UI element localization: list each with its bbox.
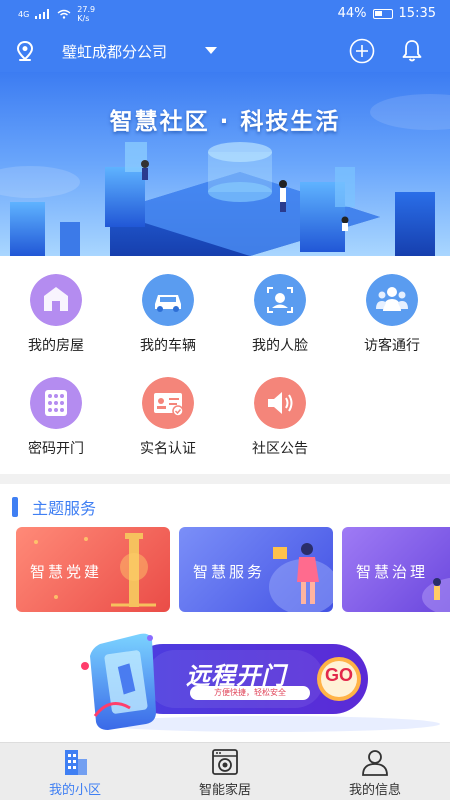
battery-icon (372, 8, 393, 19)
speaker-icon (254, 377, 306, 429)
plus-circle-icon[interactable] (349, 38, 375, 64)
clock: 15:35 (398, 6, 436, 21)
visitors-icon (366, 274, 418, 326)
network-label: 4G (18, 9, 30, 19)
banner-title: 智慧社区 · 科技生活 (109, 109, 341, 135)
battery-percent: 44% (337, 6, 367, 21)
chevron-down-icon[interactable] (205, 47, 217, 54)
grid-item-my-house[interactable]: 我的房屋 (0, 256, 112, 354)
card-smart-party[interactable]: 智慧党建 (16, 527, 170, 612)
community-building-icon (65, 750, 87, 775)
card-label: 智慧服务 (193, 563, 266, 581)
card-label: 智慧党建 (30, 563, 103, 581)
remote-open-subtitle: 方便快捷，轻松安全 (214, 688, 286, 697)
card-smart-service[interactable]: 智慧服务 (179, 527, 333, 612)
card-smart-governance[interactable]: 智慧治理 (342, 527, 450, 612)
speed-unit: K/s (77, 14, 90, 23)
house-icon (30, 274, 82, 326)
person-icon (362, 750, 388, 776)
bottom-nav: 我的小区 智能家居 我的信息 (0, 742, 450, 800)
top-bar: 4G 27.9 K/s 44% 15:35 璧虹成都分公司 (0, 0, 450, 72)
nav-my-info[interactable]: 我的信息 (300, 743, 450, 800)
remote-open-title: 远程开门 (186, 662, 286, 690)
hero-banner[interactable]: 智慧社区 · 科技生活 (0, 72, 450, 256)
grid-item-visitor-access[interactable]: 访客通行 (336, 256, 448, 354)
washing-machine-icon (212, 749, 238, 775)
grid-item-community-notice[interactable]: 社区公告 (224, 359, 336, 457)
nav-my-community[interactable]: 我的小区 (0, 743, 150, 800)
grid-item-label: 社区公告 (252, 441, 308, 457)
section-accent-bar (12, 497, 18, 517)
go-button[interactable]: GO (317, 665, 361, 686)
grid-item-label: 我的车辆 (140, 338, 196, 354)
section-header: 主题服务 (12, 496, 96, 518)
face-scan-icon (254, 274, 306, 326)
nav-smart-home[interactable]: 智能家居 (150, 743, 300, 800)
grid-item-my-vehicle[interactable]: 我的车辆 (112, 256, 224, 354)
nav-label: 我的信息 (348, 783, 401, 798)
grid-item-my-face[interactable]: 我的人脸 (224, 256, 336, 354)
section-divider (0, 474, 450, 484)
status-left: 4G 27.9 K/s (18, 5, 95, 23)
grid-item-label: 实名认证 (140, 441, 196, 457)
theme-cards-carousel[interactable]: 智慧党建 智慧服务 智慧治理 (0, 527, 450, 613)
grid-item-label: 访客通行 (364, 338, 420, 354)
remote-open-banner[interactable]: 远程开门 方便快捷，轻松安全 GO (0, 626, 450, 734)
grid-item-real-name-auth[interactable]: 实名认证 (112, 359, 224, 457)
card-label: 智慧治理 (356, 563, 429, 581)
status-right: 44% 15:35 (338, 6, 436, 21)
grid-item-label: 我的房屋 (28, 338, 84, 354)
wifi-icon (57, 9, 71, 19)
nav-label: 我的小区 (48, 783, 101, 798)
car-icon (142, 274, 194, 326)
nav-label: 智能家居 (198, 783, 251, 798)
id-card-icon (142, 377, 194, 429)
signal-icon (35, 9, 50, 19)
location-pin-icon[interactable] (14, 40, 36, 62)
section-title: 主题服务 (32, 499, 97, 518)
grid-item-label: 密码开门 (28, 441, 84, 457)
grid-item-password-door[interactable]: 密码开门 (0, 359, 112, 457)
speed-value: 27.9 (77, 5, 96, 14)
function-grid: 我的房屋 我的车辆 我的人脸 访客通行 密码开门 实名认证 社区公告 (0, 256, 450, 474)
bell-icon[interactable] (399, 38, 425, 64)
header: 璧虹成都分公司 (0, 30, 450, 72)
status-bar: 4G 27.9 K/s 44% 15:35 (0, 0, 450, 30)
grid-item-label: 我的人脸 (252, 338, 308, 354)
keypad-icon (30, 377, 82, 429)
company-selector[interactable]: 璧虹成都分公司 (62, 41, 167, 62)
smart-city-illustration (0, 94, 450, 256)
